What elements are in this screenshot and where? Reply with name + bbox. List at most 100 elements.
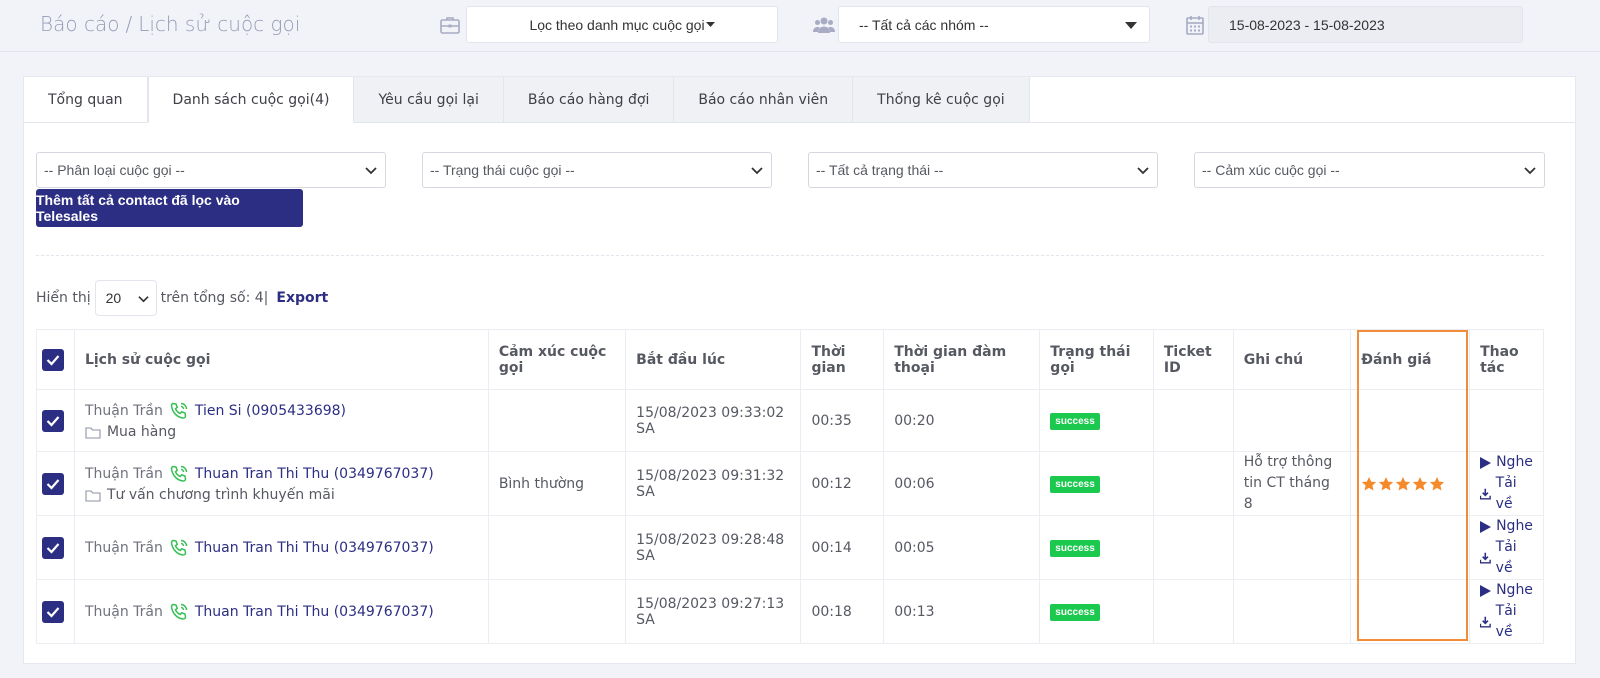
note-line: tin CT tháng 8	[1243, 475, 1330, 512]
ticket-cell	[1152, 451, 1234, 516]
listen-link[interactable]: Nghe	[1480, 516, 1533, 537]
download-link[interactable]: Tải về	[1480, 473, 1533, 515]
breadcrumb: Báo cáo / Lịch sử cuộc gọi	[40, 12, 300, 36]
table-row: Thuận Trần Thuan Tran Thi Thu (034976703…	[36, 515, 1544, 580]
briefcase-icon	[439, 14, 461, 36]
download-link[interactable]: Tải về	[1480, 537, 1533, 579]
category-filter-dropdown[interactable]: Lọc theo danh mục cuộc gọi	[466, 6, 778, 43]
download-label: Tải về	[1495, 603, 1517, 640]
chevron-down-icon	[1137, 167, 1149, 175]
col-note: Ghi chú	[1232, 329, 1352, 390]
download-icon	[1480, 488, 1491, 500]
play-icon	[1480, 456, 1492, 469]
call-type-select[interactable]: -- Phân loại cuộc gọi --	[36, 152, 386, 188]
col-call-history: Lịch sử cuộc gọi	[73, 329, 489, 390]
tab-callback-requests[interactable]: Yêu cầu gọi lại	[354, 77, 504, 123]
row-checkbox[interactable]	[42, 472, 64, 495]
download-label: Tải về	[1495, 475, 1517, 512]
chevron-down-icon	[1524, 167, 1536, 175]
callee-link[interactable]: Thuan Tran Thi Thu (0349767037)	[195, 540, 434, 556]
row-checkbox[interactable]	[42, 600, 64, 623]
caller-name: Thuận Trần	[84, 539, 163, 556]
page-size-value: 20	[105, 290, 122, 306]
caret-down-icon	[705, 21, 715, 27]
call-category: Mua hàng	[106, 424, 177, 440]
check-icon	[46, 478, 60, 490]
start-time-cell: 15/08/2023 09:33:02 SA	[625, 389, 802, 452]
content-panel: Tổng quan Danh sách cuộc gọi(4) Yêu cầu …	[23, 76, 1576, 664]
note-cell	[1232, 389, 1352, 452]
emotion-cell	[487, 389, 627, 452]
date-range-input[interactable]: 15-08-2023 - 15-08-2023	[1208, 6, 1523, 43]
tab-overview[interactable]: Tổng quan	[24, 77, 148, 123]
call-status-label: -- Trạng thái cuộc gọi --	[430, 162, 575, 178]
page-size-select[interactable]: 20	[94, 280, 157, 316]
status-badge: success	[1050, 539, 1100, 557]
caller-name: Thuận Trần	[84, 403, 163, 419]
caller-name: Thuận Trần	[84, 603, 163, 620]
rating-column-highlight	[1357, 330, 1468, 641]
table-row: Thuận Trần Tien Si (0905433698) Mua hàng…	[36, 389, 1544, 452]
tab-staff-report[interactable]: Báo cáo nhân viên	[674, 77, 854, 123]
folder-icon	[85, 426, 101, 439]
status-badge: success	[1050, 475, 1100, 493]
export-link[interactable]: Export	[276, 290, 328, 306]
play-icon	[1480, 584, 1492, 597]
category-filter-label: Lọc theo danh mục cuộc gọi	[529, 16, 705, 33]
check-icon	[46, 415, 60, 427]
download-icon	[1480, 552, 1491, 564]
callee-link[interactable]: Thuan Tran Thi Thu (0349767037)	[195, 604, 434, 620]
talk-time-cell: 00:20	[883, 389, 1041, 452]
users-icon	[812, 14, 836, 36]
check-icon	[46, 542, 60, 554]
tab-call-list[interactable]: Danh sách cuộc gọi(4)	[147, 77, 355, 123]
download-link[interactable]: Tải về	[1480, 601, 1533, 643]
row-checkbox[interactable]	[42, 536, 64, 559]
table-header-row: Lịch sử cuộc gọi Cảm xúc cuộc gọi Bắt đầ…	[36, 329, 1544, 390]
note-cell: Hỗ trợ thông tin CT tháng 8	[1232, 451, 1352, 516]
note-cell	[1232, 515, 1352, 580]
emotion-cell	[487, 579, 627, 644]
chevron-down-icon	[137, 296, 149, 303]
check-icon	[46, 606, 60, 618]
tab-queue-report[interactable]: Báo cáo hàng đợi	[503, 77, 675, 123]
select-all-checkbox[interactable]	[42, 348, 64, 371]
call-status-select[interactable]: -- Trạng thái cuộc gọi --	[422, 152, 772, 188]
paging-bar: Hiển thị 20 trên tổng số: 4| Export	[36, 280, 328, 316]
callee-link[interactable]: Tien Si (0905433698)	[195, 403, 346, 419]
row-checkbox[interactable]	[42, 409, 64, 432]
all-status-label: -- Tất cả trạng thái --	[816, 162, 944, 178]
status-badge: success	[1050, 603, 1100, 621]
group-filter-select[interactable]: -- Tất cả các nhóm --	[838, 6, 1150, 43]
total-label: trên tổng số: 4|	[160, 290, 269, 306]
emotion-select[interactable]: -- Cảm xúc cuộc gọi --	[1194, 152, 1545, 188]
check-icon	[46, 354, 60, 366]
talk-time-cell: 00:06	[883, 451, 1041, 516]
col-start-time: Bắt đầu lúc	[625, 329, 802, 390]
col-ticket-id: Ticket ID	[1152, 329, 1234, 390]
col-call-status: Trạng thái gọi	[1039, 329, 1154, 390]
phone-icon	[170, 402, 188, 419]
add-to-telesales-button[interactable]: Thêm tất cả contact đã lọc vào Telesales	[36, 189, 303, 227]
call-category: Tư vấn chương trình khuyến mãi	[106, 487, 335, 503]
status-badge: success	[1050, 412, 1100, 430]
breadcrumb-root[interactable]: Báo cáo	[40, 12, 119, 36]
all-status-select[interactable]: -- Tất cả trạng thái --	[808, 152, 1158, 188]
listen-link[interactable]: Nghe	[1480, 452, 1533, 473]
col-actions: Thao tác	[1469, 329, 1544, 390]
tab-call-stats[interactable]: Thống kê cuộc gọi	[853, 77, 1030, 123]
table-row: Thuận Trần Thuan Tran Thi Thu (034976703…	[36, 579, 1544, 644]
listen-link[interactable]: Nghe	[1480, 580, 1533, 601]
note-cell	[1232, 579, 1352, 644]
phone-icon	[170, 603, 188, 620]
show-label: Hiển thị	[36, 290, 91, 306]
start-time-cell: 15/08/2023 09:31:32 SA	[625, 451, 802, 516]
emotion-label: -- Cảm xúc cuộc gọi --	[1202, 162, 1340, 178]
listen-label: Nghe	[1496, 518, 1533, 534]
duration-cell: 00:35	[800, 389, 885, 452]
start-time-cell: 15/08/2023 09:27:13 SA	[625, 579, 802, 644]
callee-link[interactable]: Thuan Tran Thi Thu (0349767037)	[195, 466, 434, 482]
page-header: Báo cáo / Lịch sử cuộc gọi Lọc theo danh m…	[0, 0, 1600, 52]
date-range-value: 15-08-2023 - 15-08-2023	[1229, 16, 1385, 33]
duration-cell: 00:18	[800, 579, 885, 644]
